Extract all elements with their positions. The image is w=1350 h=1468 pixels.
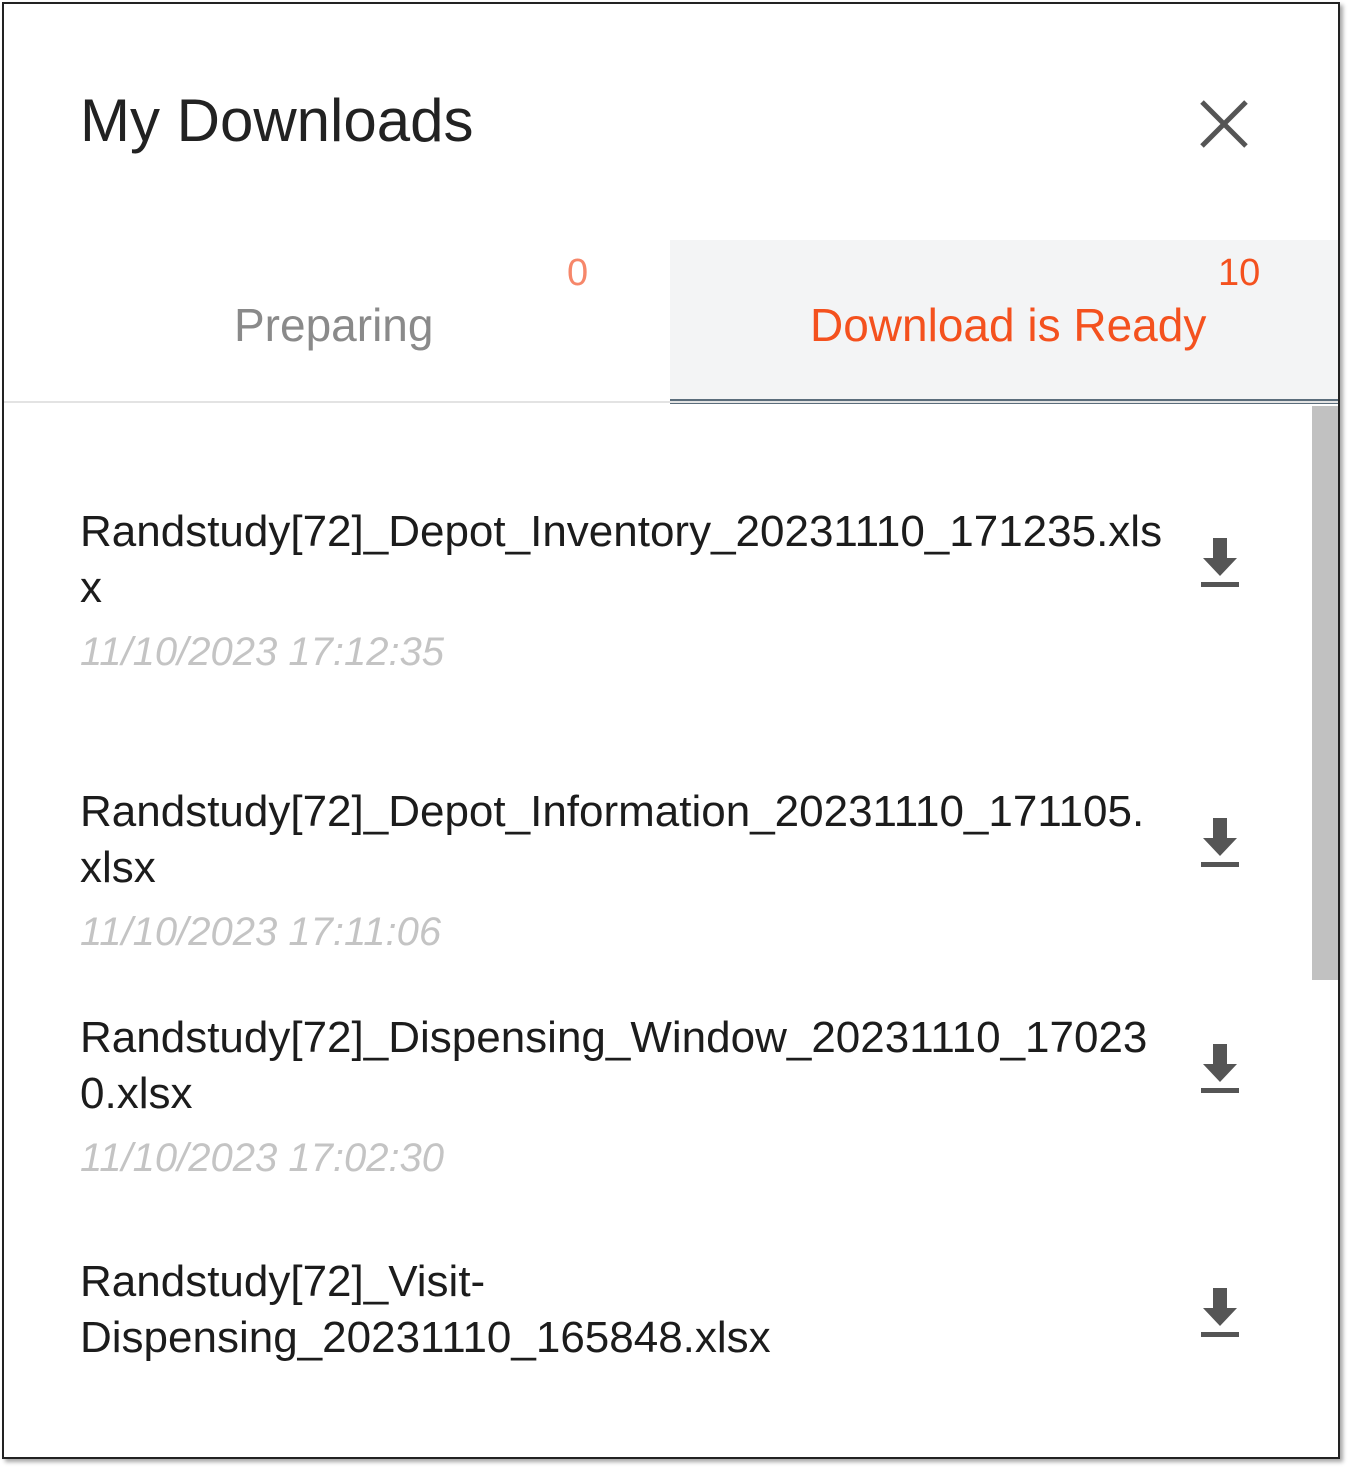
tab-download-ready[interactable]: 10 Download is Ready <box>670 240 1338 404</box>
file-name: Randstudy[72]_Dispensing_Window_20231110… <box>80 1013 1148 1118</box>
list-scrollbar[interactable] <box>1312 406 1338 1391</box>
file-timestamp: 11/10/2023 17:11:06 <box>80 910 442 954</box>
file-timestamp: 11/10/2023 17:02:30 <box>80 1136 445 1180</box>
download-icon <box>1201 538 1239 587</box>
tab-download-ready-label: Download is Ready <box>810 299 1207 351</box>
file-name: Randstudy[72]_Depot_Information_20231110… <box>80 787 1145 892</box>
download-button[interactable] <box>1195 1284 1245 1340</box>
file-name: Randstudy[72]_Visit-Dispensing_20231110_… <box>80 1257 771 1362</box>
tab-download-ready-count: 10 <box>1218 252 1261 294</box>
tab-preparing-count: 0 <box>567 252 589 294</box>
download-icon <box>1201 818 1239 867</box>
download-button[interactable] <box>1195 1040 1245 1096</box>
file-timestamp: 11/10/2023 17:12:35 <box>80 630 445 674</box>
tab-bar: 0 Preparing 10 Download is Ready <box>4 240 1338 404</box>
scrollbar-thumb[interactable] <box>1312 406 1338 980</box>
download-button[interactable] <box>1195 814 1245 870</box>
file-name: Randstudy[72]_Depot_Inventory_20231110_1… <box>80 507 1163 612</box>
tab-divider <box>4 401 1338 403</box>
tab-preparing-label: Preparing <box>234 299 434 351</box>
download-button[interactable] <box>1195 534 1245 590</box>
download-icon <box>1201 1288 1239 1337</box>
close-button[interactable] <box>1192 92 1256 156</box>
download-icon <box>1201 1044 1239 1093</box>
tab-preparing[interactable]: 0 Preparing <box>4 240 670 400</box>
close-icon <box>1200 100 1248 148</box>
panel-title: My Downloads <box>80 87 474 154</box>
downloads-list[interactable]: Randstudy[72]_Depot_Inventory_20231110_1… <box>4 406 1338 1391</box>
downloads-panel: My Downloads 0 Preparing 10 Download is … <box>2 2 1340 1459</box>
